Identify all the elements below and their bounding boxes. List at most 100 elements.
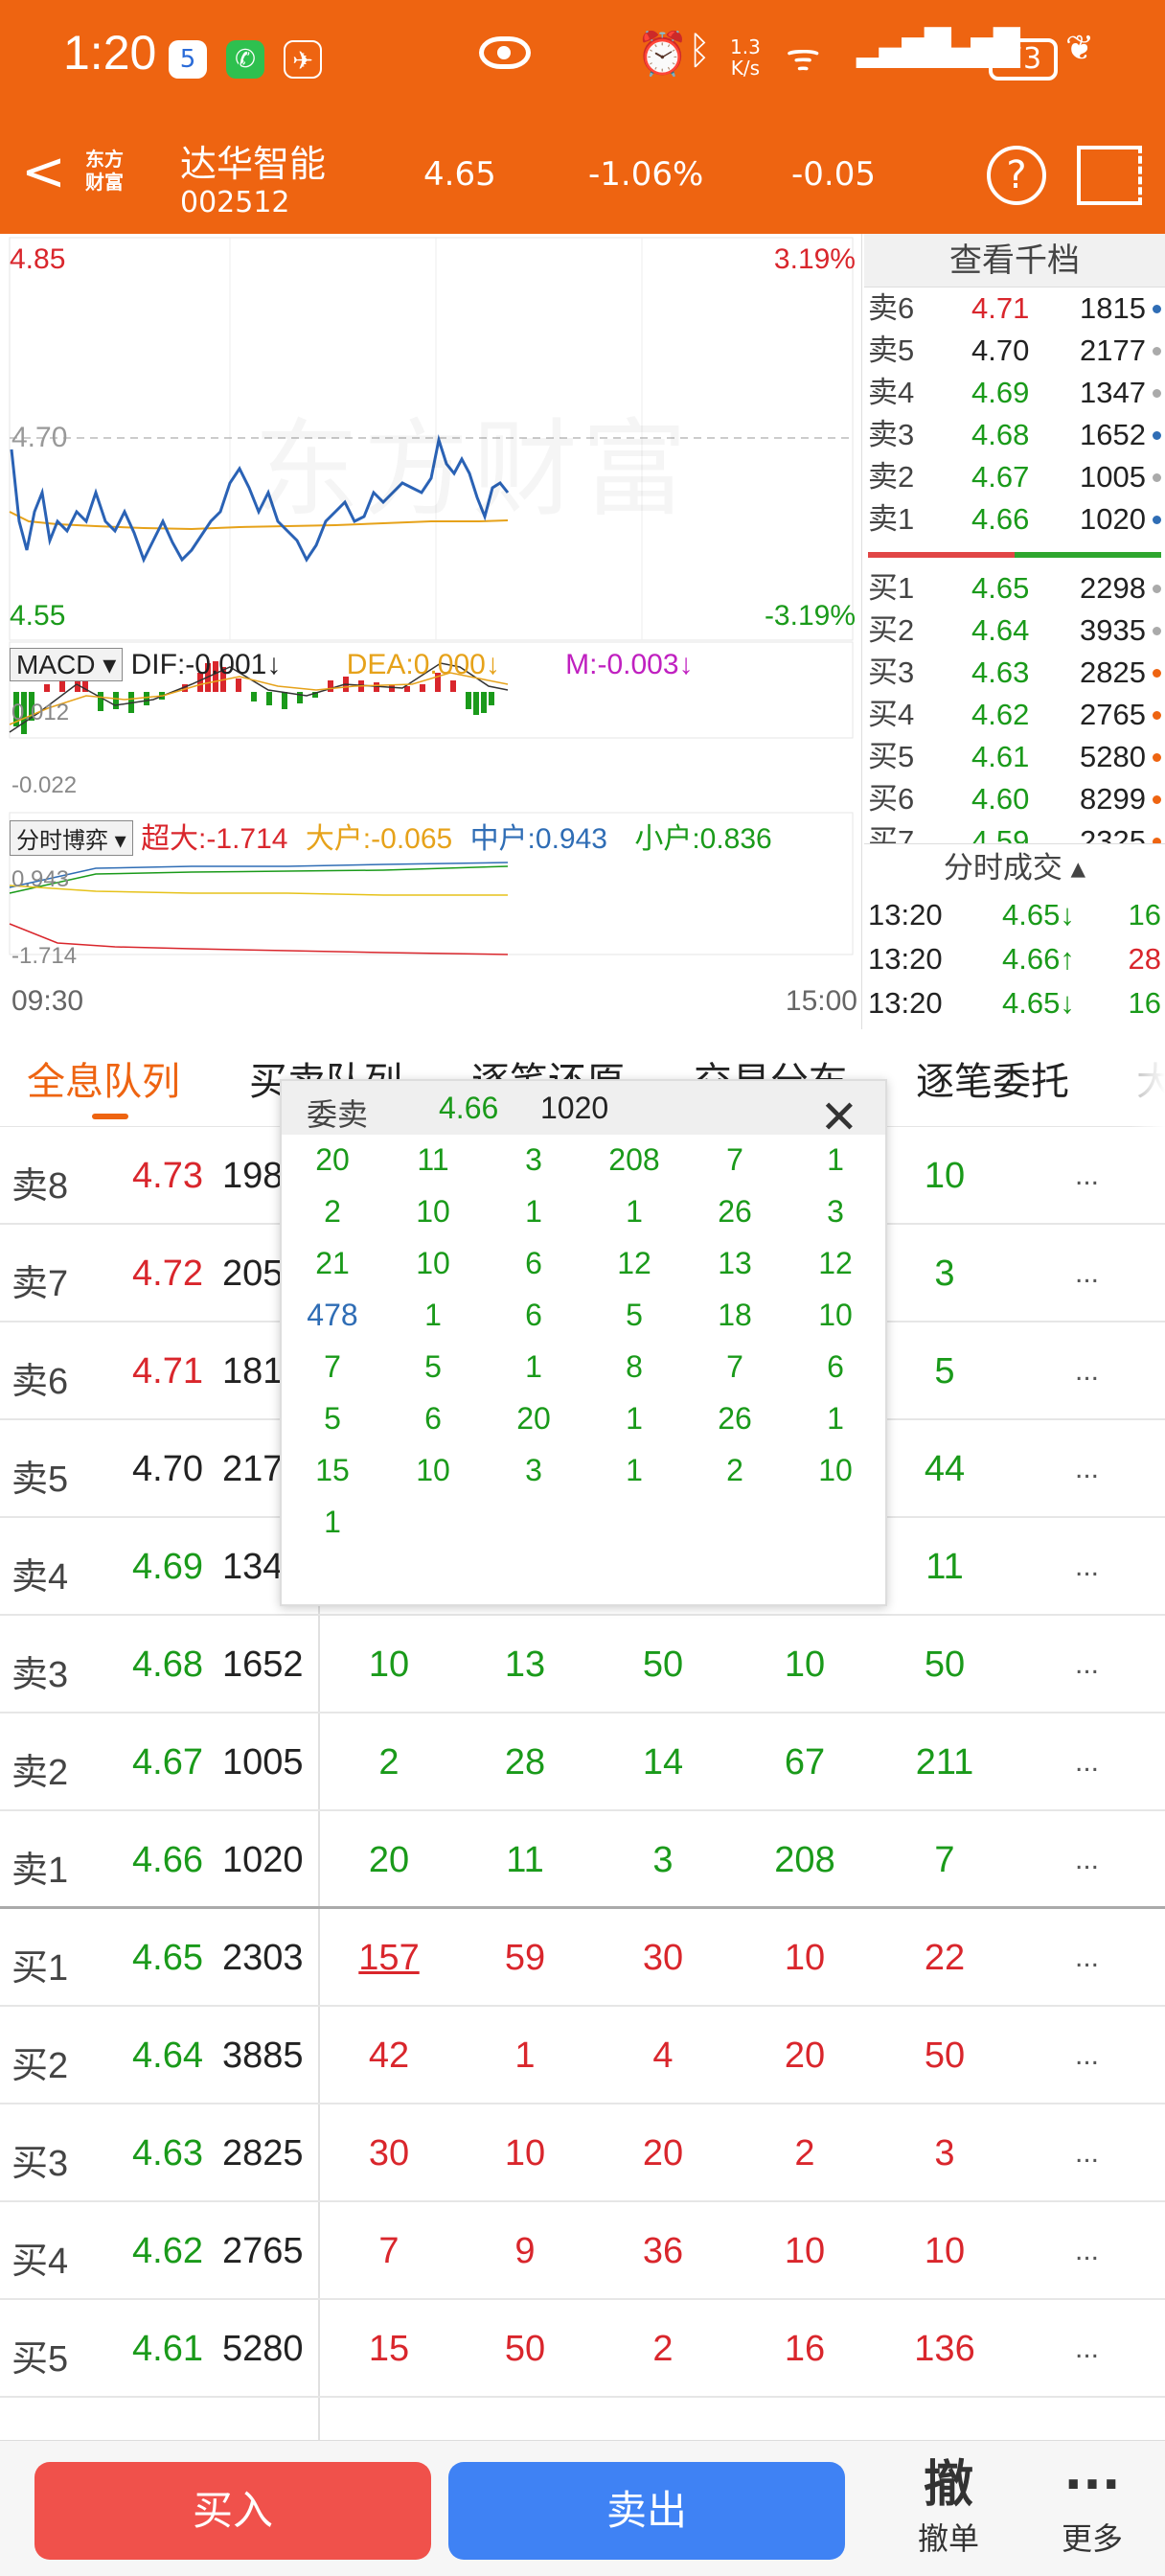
- popup-order-size: 26: [718, 1401, 752, 1436]
- level-dot-icon: [1153, 431, 1161, 440]
- popup-order-size: 15: [315, 1453, 350, 1487]
- close-icon[interactable]: ✕: [820, 1091, 858, 1144]
- back-button[interactable]: <: [21, 146, 66, 199]
- bid-row[interactable]: 买6 4.60 8299: [864, 778, 1165, 820]
- ask-row[interactable]: 卖3 4.68 1652: [864, 414, 1165, 456]
- tab-full-queue[interactable]: 全息队列: [27, 1050, 180, 1106]
- caret-up-icon: ▴: [1070, 851, 1086, 885]
- more-label: 更多: [1061, 2520, 1123, 2557]
- trade-price: 4.65↓: [1002, 898, 1075, 932]
- queue-row[interactable]: 买5 4.61 5280 15 50 2 16 136...: [0, 2300, 1165, 2398]
- queue-level-label: 卖8: [11, 1166, 69, 1207]
- bid-row[interactable]: 买3 4.63 2825: [864, 652, 1165, 694]
- flow-super-line: [9, 923, 509, 955]
- level-volume: 5280: [1080, 740, 1146, 773]
- level-price: 4.69: [971, 376, 1030, 409]
- level-label: 买2: [868, 613, 915, 647]
- battery-icon: 73: [989, 38, 1058, 80]
- layout-switch-icon[interactable]: [1077, 146, 1142, 205]
- popup-order-size: 8: [626, 1349, 643, 1384]
- bid-row[interactable]: 买1 4.65 2298: [864, 567, 1165, 610]
- bid-row[interactable]: 买5 4.61 5280: [864, 736, 1165, 778]
- popup-order-size: 12: [818, 1246, 853, 1280]
- queue-more-button[interactable]: ...: [1075, 1355, 1099, 1388]
- buy-button[interactable]: 买入: [34, 2462, 431, 2560]
- bid-row[interactable]: 买4 4.62 2765: [864, 694, 1165, 736]
- ask-row[interactable]: 卖4 4.69 1347: [864, 372, 1165, 414]
- queue-row[interactable]: 买3 4.63 2825 30 10 20 2 3...: [0, 2104, 1165, 2202]
- ask-row[interactable]: 卖5 4.70 2177: [864, 330, 1165, 372]
- popup-order-size: 1: [424, 1298, 442, 1332]
- macd-selector-label: MACD: [16, 650, 96, 679]
- clock: 1:20: [63, 26, 157, 80]
- help-icon[interactable]: ?: [987, 146, 1046, 205]
- popup-order-size: 3: [525, 1142, 542, 1177]
- intraday-chart[interactable]: 东方财富 4.85 3.19% 4.70 4.55 -3.19% MACD ▾ …: [0, 234, 862, 1029]
- flow-large-line: [9, 885, 508, 896]
- queue-price: 4.65: [132, 1938, 203, 1978]
- queue-order-size: 11: [925, 1547, 964, 1587]
- queue-row[interactable]: 卖2 4.67 1005 2 28 14 67 211...: [0, 1714, 1165, 1811]
- trades-header[interactable]: 分时成交 ▴: [864, 843, 1165, 891]
- queue-more-button[interactable]: ...: [1075, 1648, 1099, 1681]
- queue-more-button[interactable]: ...: [1075, 1160, 1099, 1192]
- queue-more-button[interactable]: ...: [1075, 1453, 1099, 1485]
- trade-row: 13:20 4.65↓ 16: [864, 981, 1165, 1025]
- queue-more-button[interactable]: ...: [1075, 2039, 1099, 2072]
- level-price: 4.62: [971, 698, 1030, 731]
- chevron-left-icon: <: [21, 141, 66, 203]
- queue-row[interactable]: 买2 4.64 3885 42 1 4 20 50...: [0, 2007, 1165, 2104]
- speed-unit: K/s: [730, 57, 761, 80]
- queue-more-button[interactable]: ...: [1075, 2137, 1099, 2170]
- queue-row[interactable]: 买4 4.62 2765 7 9 36 10 10...: [0, 2202, 1165, 2300]
- queue-order-size: 10: [784, 2231, 826, 2271]
- ask-row[interactable]: 卖6 4.71 1815: [864, 288, 1165, 330]
- popup-order-size: 7: [726, 1142, 743, 1177]
- cancel-order-button[interactable]: 撤 撤单: [891, 2450, 1006, 2558]
- bid-row[interactable]: 买2 4.64 3935: [864, 610, 1165, 652]
- sell-button[interactable]: 卖出: [448, 2462, 845, 2560]
- queue-level-label: 卖1: [11, 1851, 69, 1891]
- popup-order-size: 5: [424, 1349, 442, 1384]
- queue-level-label: 买1: [11, 1948, 69, 1989]
- queue-level-label: 买5: [11, 2339, 69, 2380]
- popup-order-size: 10: [416, 1194, 450, 1229]
- view-depth-button[interactable]: 查看千档: [864, 234, 1165, 288]
- queue-more-button[interactable]: ...: [1075, 1746, 1099, 1779]
- queue-order-size: 136: [914, 2329, 975, 2369]
- popup-order-size: 20: [516, 1401, 551, 1436]
- flow-selector[interactable]: 分时博弈 ▾: [10, 820, 133, 856]
- queue-more-button[interactable]: ...: [1075, 1551, 1099, 1583]
- macd-selector[interactable]: MACD ▾: [10, 648, 124, 681]
- trade-row: 13:20 4.66↑ 28: [864, 937, 1165, 981]
- queue-row[interactable]: 卖3 4.68 1652 10 13 50 10 50...: [0, 1616, 1165, 1714]
- queue-order-size: 30: [368, 2133, 410, 2174]
- flow-super: 超大:-1.714: [141, 823, 288, 855]
- macd-dif: DIF:-0.001: [130, 649, 267, 680]
- queue-order-size: 50: [642, 1644, 684, 1685]
- queue-more-button[interactable]: ...: [1075, 2235, 1099, 2267]
- trade-time: 13:20: [868, 942, 943, 976]
- queue-more-button[interactable]: ...: [1075, 1844, 1099, 1876]
- queue-volume: 1652: [222, 1644, 304, 1685]
- queue-more-button[interactable]: ...: [1075, 1257, 1099, 1290]
- level-price: 4.61: [971, 740, 1030, 773]
- queue-order-size: 7: [378, 2231, 400, 2271]
- queue-price: 4.67: [132, 1742, 203, 1782]
- queue-more-button[interactable]: ...: [1075, 1942, 1099, 1974]
- level-label: 买1: [868, 571, 915, 605]
- app-5-icon: 5: [169, 40, 207, 79]
- more-button[interactable]: ··· 更多: [1035, 2450, 1150, 2558]
- ask-row[interactable]: 卖2 4.67 1005: [864, 456, 1165, 498]
- queue-more-button[interactable]: ...: [1075, 2333, 1099, 2365]
- queue-row[interactable]: 卖1 4.66 1020 20 11 3 208 7...: [0, 1811, 1165, 1909]
- queue-row[interactable]: 买1 4.65 2303 157 59 30 10 22...: [0, 1909, 1165, 2007]
- ask-row[interactable]: 卖1 4.66 1020: [864, 498, 1165, 540]
- level-label: 卖6: [868, 291, 915, 325]
- tab-tick-orders[interactable]: 逐笔委托: [916, 1050, 1069, 1106]
- level-price: 4.71: [971, 291, 1030, 325]
- queue-order-size: 208: [774, 1840, 835, 1880]
- app-logo: 东方财富: [80, 148, 128, 194]
- popup-order-size: 10: [416, 1453, 450, 1487]
- flow-mid: 中户:0.943: [469, 823, 607, 855]
